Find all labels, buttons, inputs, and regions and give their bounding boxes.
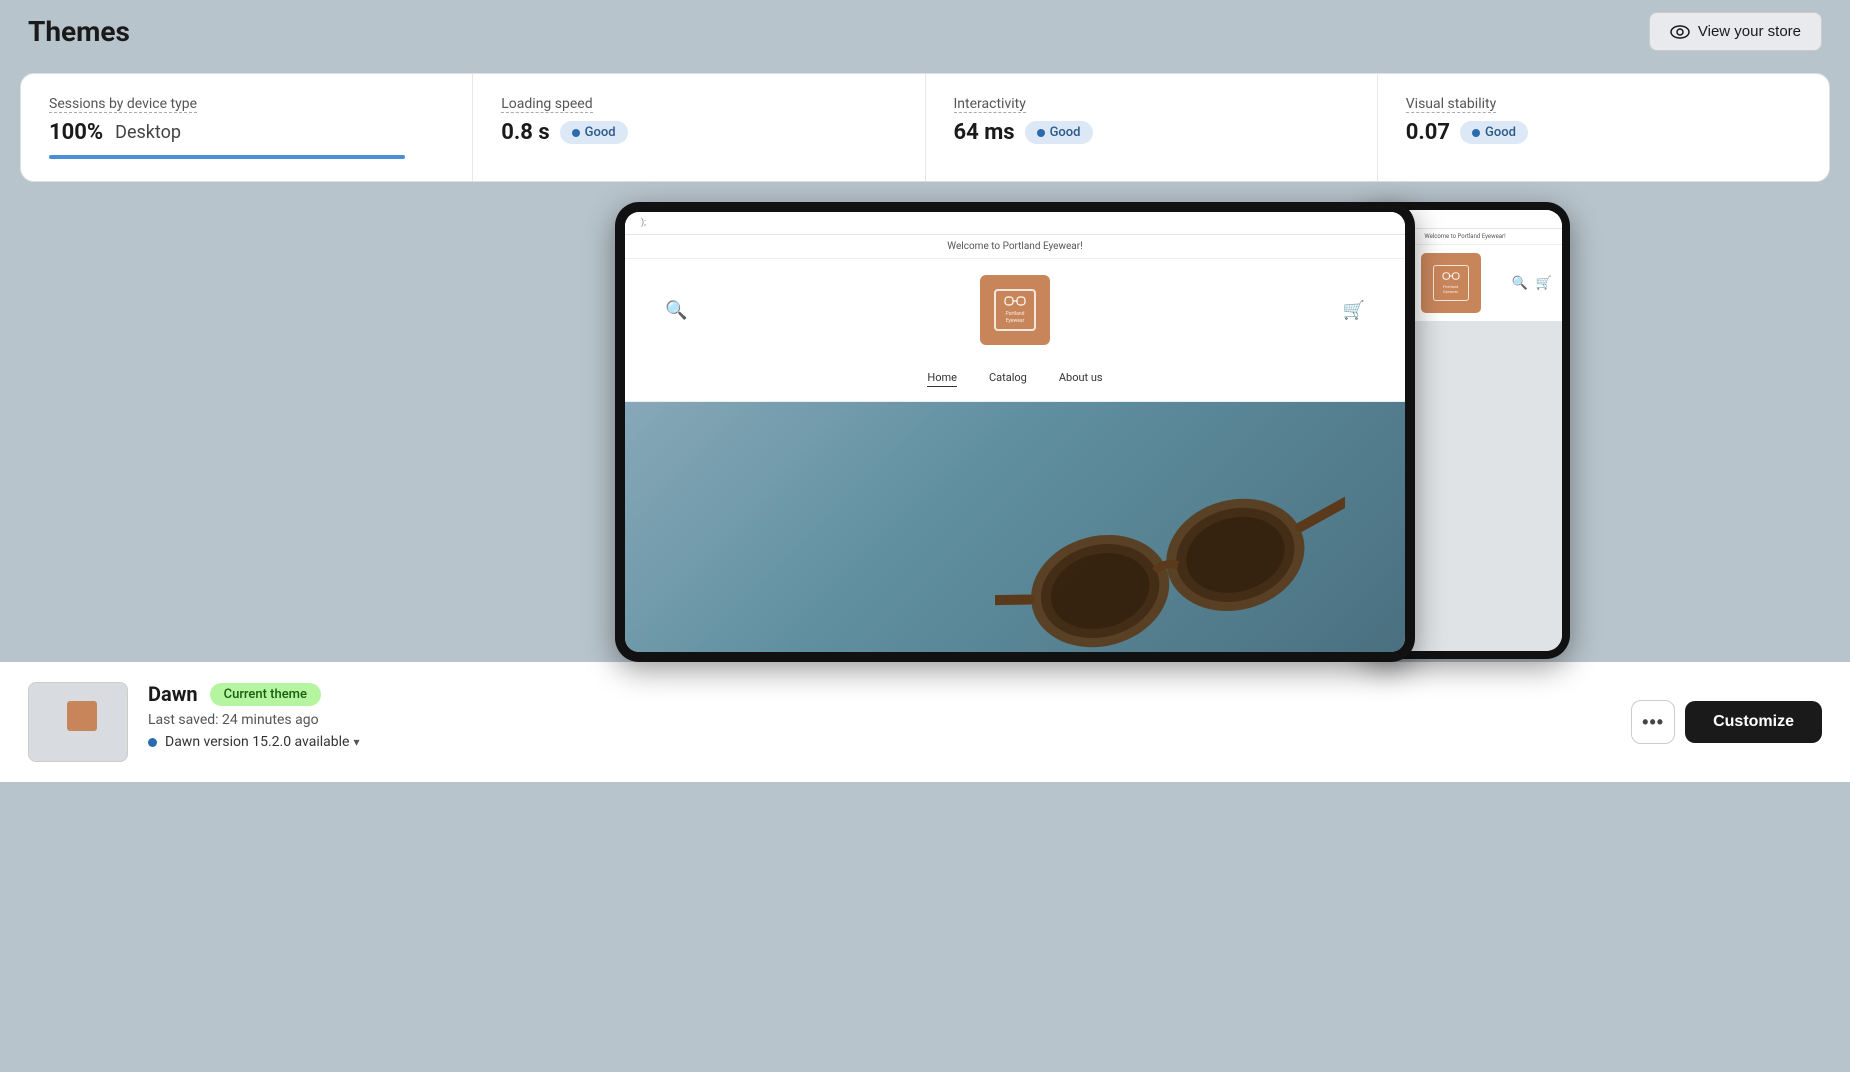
eye-icon: [1670, 25, 1690, 39]
theme-name-row: Dawn Current theme: [148, 682, 360, 706]
desktop-bar: [49, 155, 444, 159]
interactivity-badge-label: Good: [1050, 125, 1081, 140]
metric-stability-value: 0.07: [1406, 120, 1450, 145]
version-dot: [148, 738, 157, 747]
tablet-header: 🔍 PortlandEyewear: [625, 259, 1405, 361]
tablet-logo-area: PortlandEyewear: [687, 275, 1342, 345]
badge-dot-stability: [1472, 129, 1480, 137]
metric-interactivity-label: Interactivity: [954, 96, 1349, 112]
metric-interactivity: Interactivity 64 ms Good: [926, 74, 1378, 181]
tablet-url-bar: );: [641, 218, 646, 228]
tablet-welcome-bar: Welcome to Portland Eyewear!: [625, 235, 1405, 259]
interactivity-badge: Good: [1025, 121, 1093, 144]
phone-logo-inner: PortlandEyewear: [1433, 265, 1469, 301]
metric-loading: Loading speed 0.8 s Good: [473, 74, 925, 181]
tablet-nav-home: Home: [927, 371, 957, 387]
customize-button[interactable]: Customize: [1685, 701, 1822, 743]
phone-icons: 🔍 🛒: [1512, 276, 1552, 291]
bar-track: [49, 155, 405, 159]
stability-badge: Good: [1460, 121, 1528, 144]
tablet-logo-text: PortlandEyewear: [1004, 296, 1026, 325]
action-buttons: ••• Customize: [1631, 700, 1822, 744]
metric-loading-value: 0.8 s: [501, 120, 549, 145]
metric-interactivity-value: 64 ms: [954, 120, 1015, 145]
metric-stability-label: Visual stability: [1406, 96, 1801, 112]
tablet-screen: ); Welcome to Portland Eyewear! 🔍: [625, 212, 1405, 652]
page-header: Themes View your store: [0, 0, 1850, 63]
phone-search-icon: 🔍: [1512, 276, 1528, 291]
version-dropdown[interactable]: Dawn version 15.2.0 available ▾: [165, 734, 360, 750]
more-icon: •••: [1642, 712, 1664, 733]
phone-logo-text: PortlandEyewear: [1442, 272, 1460, 295]
bottom-section: Dawn Current theme Last saved: 24 minute…: [0, 662, 1850, 782]
metric-sessions-sub: Desktop: [115, 122, 181, 143]
tablet-mockup: ); Welcome to Portland Eyewear! 🔍: [615, 202, 1415, 662]
view-store-button[interactable]: View your store: [1649, 12, 1822, 51]
glasses-visual: [995, 452, 1345, 652]
loading-badge: Good: [560, 121, 628, 144]
bar-fill: [49, 155, 405, 159]
tablet-hero: [625, 402, 1405, 652]
stability-badge-label: Good: [1485, 125, 1516, 140]
tablet-logo-inner: PortlandEyewear: [994, 289, 1036, 331]
preview-area: ); Welcome to Portland Eyewear! 🔍: [0, 182, 1850, 662]
tablet-cart-icon: 🛒: [1343, 300, 1365, 321]
version-row: Dawn version 15.2.0 available ▾: [148, 734, 360, 750]
theme-thumbnail: [28, 682, 128, 762]
theme-info: Dawn Current theme Last saved: 24 minute…: [28, 682, 360, 762]
tablet-nav-catalog: Catalog: [989, 371, 1027, 387]
version-text: Dawn version 15.2.0 available: [165, 734, 349, 750]
phone-cart-icon: 🛒: [1536, 276, 1552, 291]
chevron-down-icon: ▾: [353, 735, 359, 749]
metric-visual-stability: Visual stability 0.07 Good: [1378, 74, 1829, 181]
badge-dot-interactivity: [1037, 129, 1045, 137]
tablet-search-icon: 🔍: [665, 300, 687, 321]
more-options-button[interactable]: •••: [1631, 700, 1675, 744]
tablet-top-bar: );: [625, 212, 1405, 235]
metric-sessions: Sessions by device type 100% Desktop: [21, 74, 473, 181]
tablet-nav-about: About us: [1059, 371, 1103, 387]
theme-name: Dawn: [148, 682, 198, 706]
theme-details: Dawn Current theme Last saved: 24 minute…: [148, 682, 360, 750]
thumb-orange-square: [67, 701, 97, 731]
metrics-row: Sessions by device type 100% Desktop Loa…: [20, 73, 1830, 182]
view-store-label: View your store: [1698, 23, 1801, 40]
loading-badge-label: Good: [585, 125, 616, 140]
metric-loading-label: Loading speed: [501, 96, 896, 112]
last-saved: Last saved: 24 minutes ago: [148, 712, 360, 728]
metric-sessions-label: Sessions by device type: [49, 96, 444, 112]
tablet-logo-box: PortlandEyewear: [980, 275, 1050, 345]
badge-dot-loading: [572, 129, 580, 137]
phone-logo-box: PortlandEyewear: [1421, 253, 1481, 313]
tablet-nav: Home Catalog About us: [625, 361, 1405, 402]
current-theme-badge: Current theme: [210, 683, 321, 706]
page-title: Themes: [28, 15, 130, 48]
metric-sessions-value: 100%: [49, 120, 103, 145]
